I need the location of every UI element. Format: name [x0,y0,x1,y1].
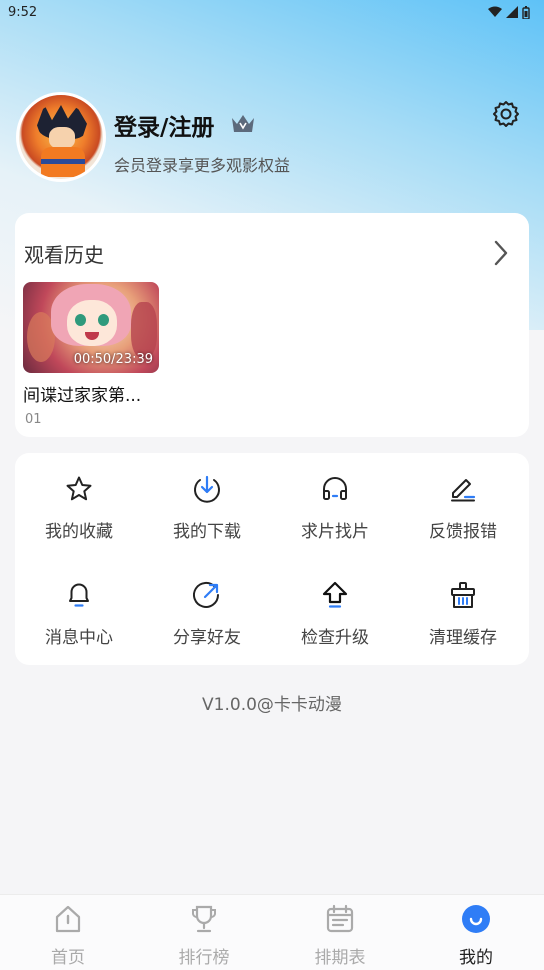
feature-label: 检查升级 [301,628,369,648]
edit-icon [451,479,476,502]
watch-history-title: 观看历史 [24,243,104,267]
login-register-link[interactable]: 登录/注册 [114,108,214,142]
profile-header: 登录/注册 会员登录享更多观影权益 [16,92,528,184]
tab-label: 首页 [51,948,85,968]
feature-label: 求片找片 [301,522,369,542]
feature-label: 分享好友 [173,628,241,648]
tab-label: 排行榜 [178,948,230,968]
member-benefit-text: 会员登录享更多观影权益 [114,156,291,175]
feedback-button[interactable]: 反馈报错 [399,453,527,542]
feature-label: 清理缓存 [429,628,497,648]
playback-progress-time: 00:50/23:39 [73,352,153,367]
my-downloads-button[interactable]: 我的下载 [143,453,271,542]
download-icon [194,475,220,503]
wifi-icon [488,6,502,17]
avatar-face [49,127,75,149]
message-center-button[interactable]: 消息中心 [15,559,143,648]
status-icons [488,5,530,19]
history-video-thumbnail[interactable]: 00:50/23:39 [23,282,159,373]
tab-ranking[interactable]: 排行榜 [136,895,272,970]
feature-label: 我的下载 [173,522,241,542]
feature-grid-card: 我的收藏 我的下载 求片找片 反馈报错 消息中心 分享好友 检查升级 清理缓存 [15,453,529,665]
check-upgrade-button[interactable]: 检查升级 [271,559,399,648]
bottom-tab-bar: 首页 排行榜 排期表 我的 [0,894,544,970]
profile-icon [462,905,490,933]
thumbnail-art-right [131,302,157,358]
avatar-belt [41,159,85,164]
my-favorites-button[interactable]: 我的收藏 [15,453,143,542]
thumbnail-art-eye-right [98,314,109,326]
feature-label: 消息中心 [45,628,113,648]
feature-label: 反馈报错 [429,522,497,542]
status-time: 9:52 [8,4,38,20]
history-video-episode: 01 [25,412,42,427]
clean-icon [451,582,475,608]
tab-home[interactable]: 首页 [0,895,136,970]
share-friends-button[interactable]: 分享好友 [143,559,271,648]
watch-history-card: 观看历史 00:50/23:39 间谍过家家第... 01 [15,213,529,437]
avatar[interactable] [16,92,106,182]
share-icon [193,581,219,608]
upgrade-icon [322,581,348,608]
star-icon [66,476,92,501]
feature-label: 我的收藏 [45,522,113,542]
battery-icon [522,5,530,19]
request-video-button[interactable]: 求片找片 [271,453,399,542]
clear-cache-button[interactable]: 清理缓存 [399,559,527,648]
tab-label: 排期表 [314,948,366,968]
calendar-icon [326,904,354,933]
thumbnail-art-eye-left [75,314,86,326]
tab-label: 我的 [459,948,493,968]
home-icon [55,905,81,933]
gear-icon[interactable] [492,100,520,128]
trophy-icon [192,905,216,933]
tab-mine[interactable]: 我的 [408,895,544,970]
bell-icon [69,583,89,607]
status-bar: 9:52 [0,0,544,24]
chevron-right-icon[interactable] [493,239,509,267]
signal-icon [506,6,518,18]
app-version: V1.0.0@卡卡动漫 [202,695,342,715]
headphones-icon [323,477,347,500]
history-video-title[interactable]: 间谍过家家第... [23,381,141,406]
crown-icon [232,115,254,132]
tab-schedule[interactable]: 排期表 [272,895,408,970]
